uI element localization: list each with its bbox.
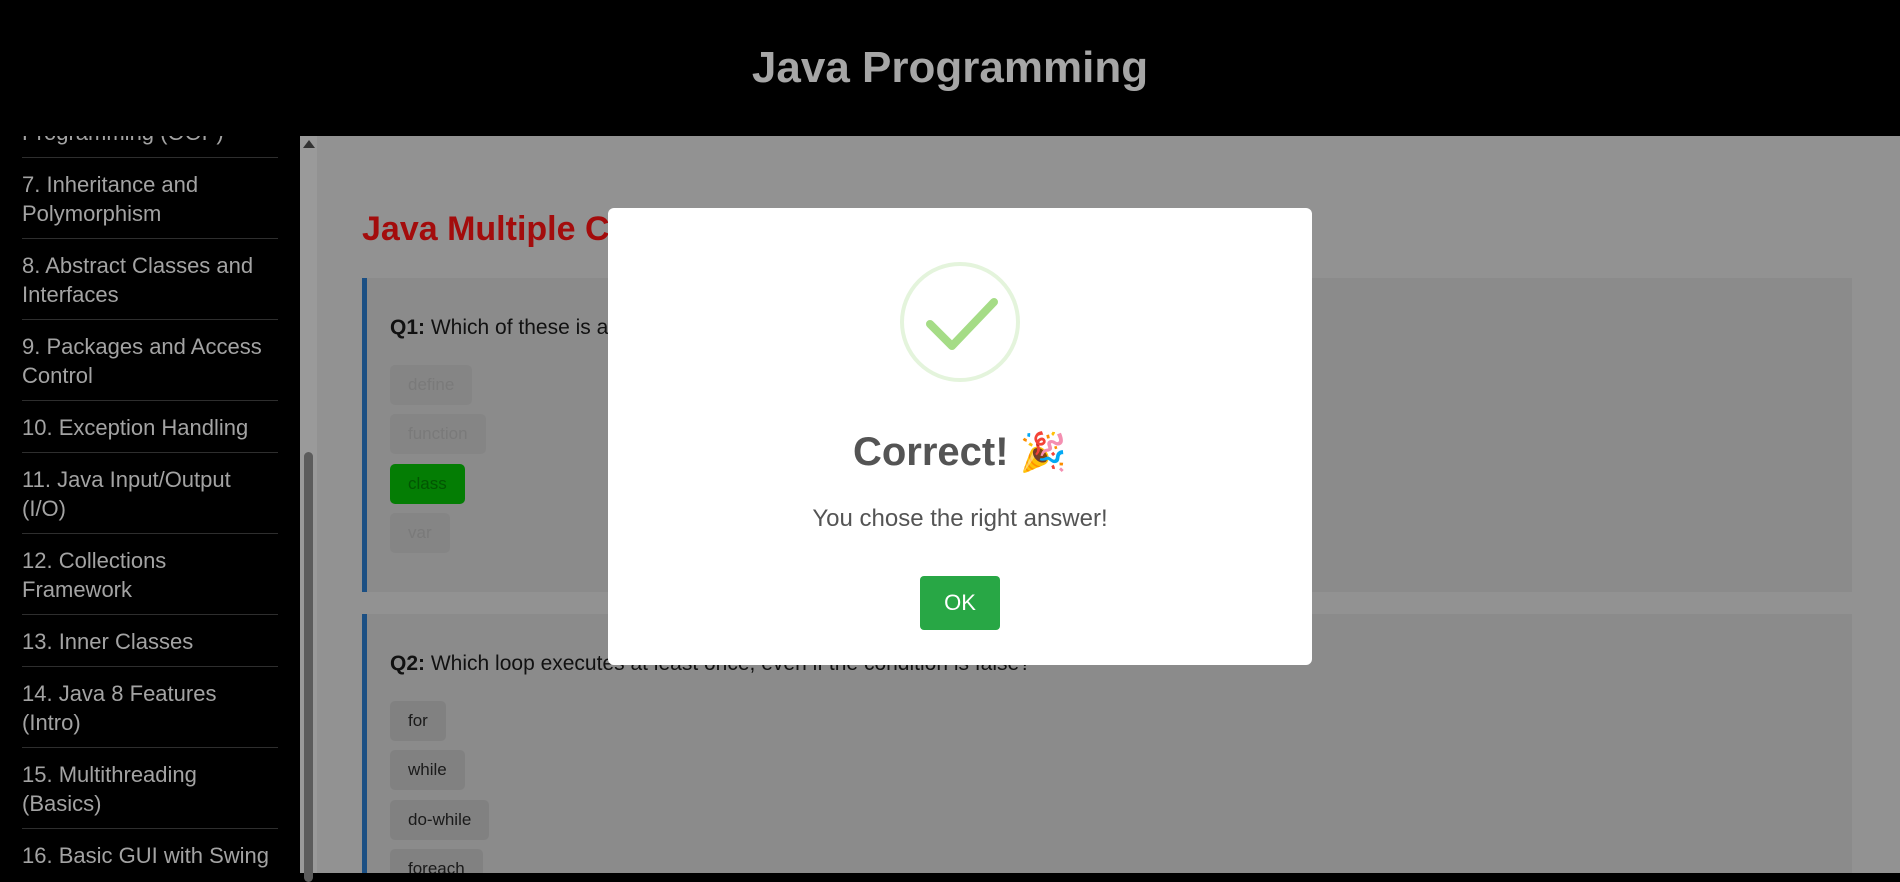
modal-message: You chose the right answer! [812, 505, 1108, 532]
result-modal: Correct! 🎉 You chose the right answer! O… [608, 208, 1312, 665]
check-icon [926, 298, 998, 350]
success-icon-circle [900, 262, 1020, 382]
party-popper-icon: 🎉 [1019, 432, 1068, 474]
ok-button[interactable]: OK [920, 576, 1000, 630]
modal-backdrop: Correct! 🎉 You chose the right answer! O… [0, 0, 1900, 873]
modal-title-text: Correct! [852, 430, 1009, 474]
modal-title: Correct! 🎉 [608, 430, 1312, 475]
